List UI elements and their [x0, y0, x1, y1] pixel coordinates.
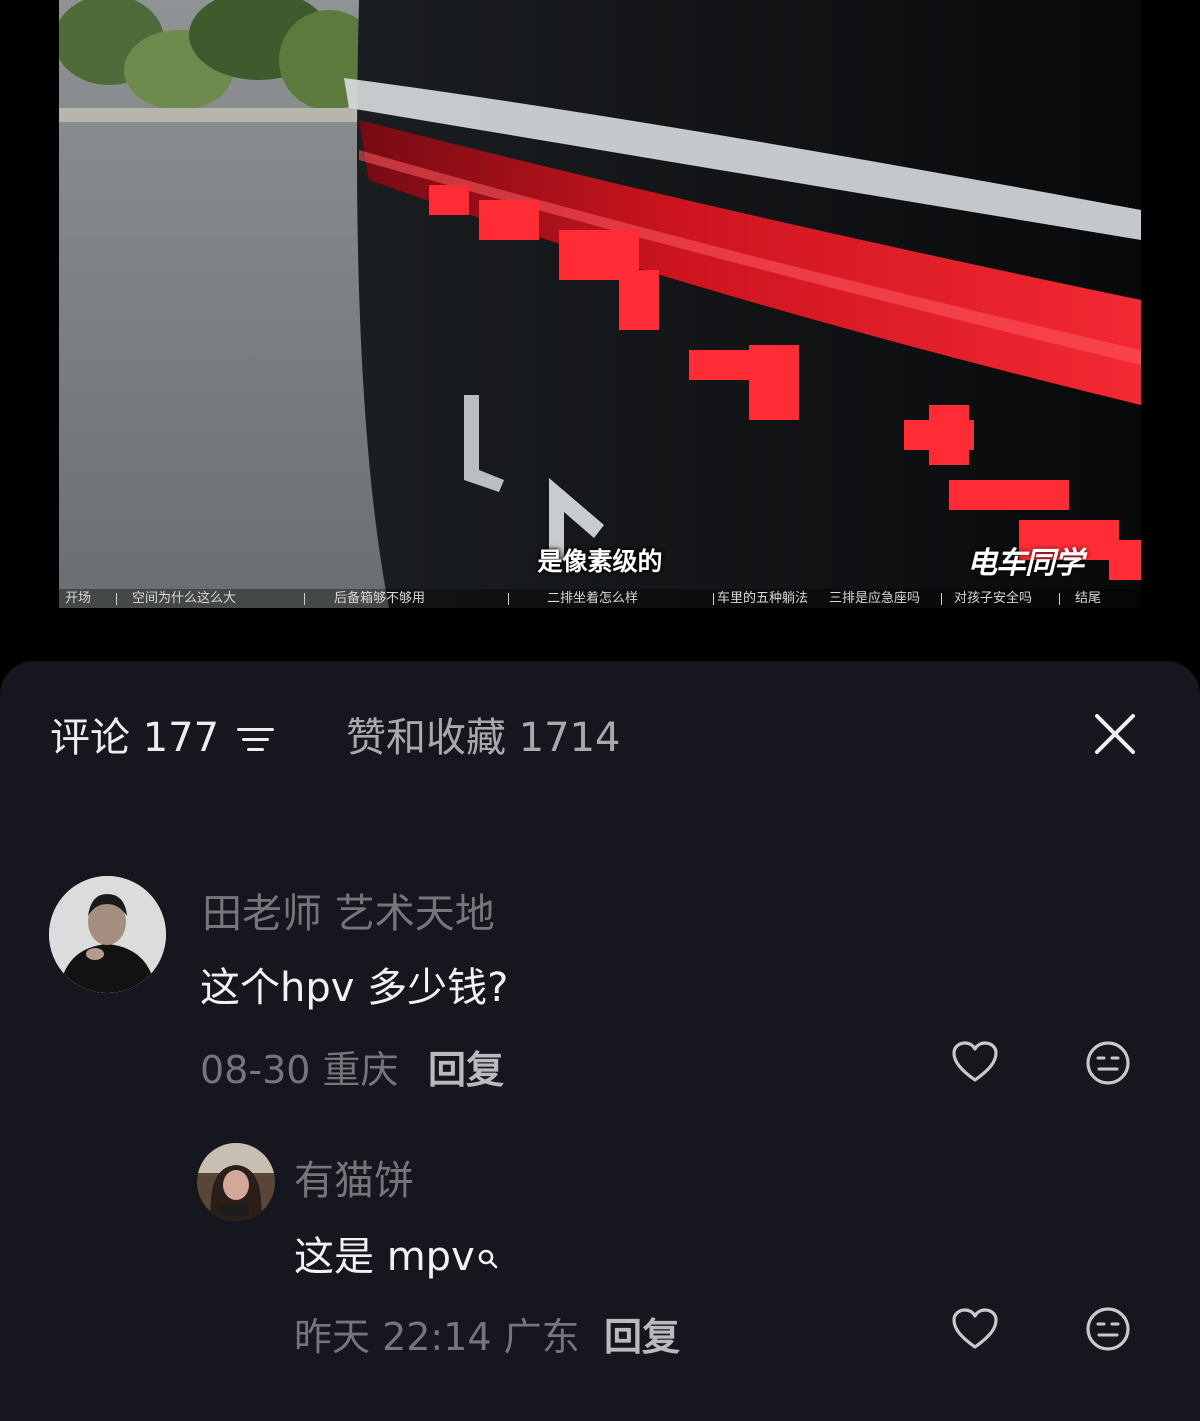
comment-username[interactable]: 田老师 艺术天地	[202, 881, 495, 939]
reply-button[interactable]: 回复	[428, 1039, 504, 1094]
chapter-divider	[116, 593, 117, 605]
chapter-divider	[1059, 593, 1060, 605]
chapter-item[interactable]: 开场	[65, 589, 91, 608]
chapter-item[interactable]: 空间为什么这么大	[132, 589, 236, 608]
heart-icon[interactable]	[951, 1040, 999, 1084]
comment-text-row: 这是 mpv	[294, 1224, 499, 1282]
tab-likes-favorites[interactable]: 赞和收藏 1714	[346, 712, 621, 764]
chapter-item[interactable]: 二排坐着怎么样	[547, 589, 638, 608]
channel-watermark: 电车同学	[967, 546, 1084, 581]
chapter-item[interactable]: 结尾	[1075, 589, 1101, 608]
chapter-item[interactable]: 车里的五种躺法	[717, 589, 808, 608]
chapter-divider	[508, 593, 509, 605]
avatar-portrait	[197, 1143, 275, 1221]
avatar[interactable]	[197, 1143, 275, 1221]
comment-meta: 08-30 重庆	[200, 1048, 399, 1092]
comment-text: 这个hpv 多少钱?	[200, 965, 509, 1011]
chapter-divider	[941, 593, 942, 605]
sort-icon[interactable]	[237, 726, 275, 754]
chapter-item[interactable]: 后备箱够不够用	[334, 589, 425, 608]
video-frame	[59, 0, 1141, 608]
avatar[interactable]	[49, 876, 166, 993]
comment-text: 这是 mpv	[294, 1234, 475, 1280]
search-icon[interactable]	[477, 1248, 499, 1270]
comment-meta: 昨天 22:14 广东	[294, 1315, 580, 1359]
reply-button[interactable]: 回复	[604, 1306, 680, 1361]
comments-panel	[0, 661, 1200, 1421]
chapter-bar[interactable]: 开场 空间为什么这么大 后备箱够不够用 二排坐着怎么样 车里的五种躺法 三排是应…	[59, 589, 1141, 608]
chapter-item[interactable]: 对孩子安全吗	[954, 589, 1032, 608]
meh-face-icon[interactable]	[1085, 1306, 1131, 1352]
tab-comments[interactable]: 评论 177	[50, 712, 219, 764]
meh-face-icon[interactable]	[1085, 1040, 1131, 1086]
video-player[interactable]: 是像素级的 电车同学	[59, 0, 1141, 608]
close-icon[interactable]	[1090, 709, 1140, 759]
avatar-portrait	[49, 876, 166, 993]
chapter-item[interactable]: 三排是应急座吗	[829, 589, 920, 608]
chapter-divider	[304, 593, 305, 605]
chapter-divider	[713, 593, 714, 605]
heart-icon[interactable]	[951, 1307, 999, 1351]
comment-username[interactable]: 有猫饼	[294, 1148, 414, 1206]
